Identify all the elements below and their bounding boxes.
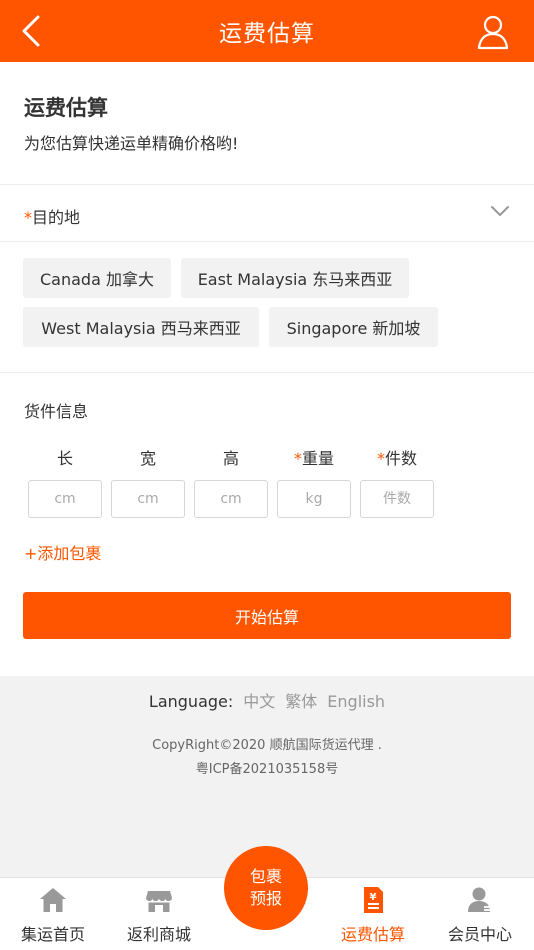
- icp-number: 粤ICP备2021035158号: [195, 762, 339, 777]
- tab-member-center[interactable]: 会员中心: [427, 878, 533, 950]
- start-estimate-button[interactable]: 开始估算: [23, 592, 511, 639]
- height-label: 高: [194, 445, 268, 469]
- length-label: 长: [28, 445, 102, 469]
- app-header: 运费估算: [0, 0, 534, 62]
- width-input[interactable]: [111, 480, 185, 518]
- length-input[interactable]: [28, 480, 102, 518]
- add-package-link[interactable]: +添加包裹: [24, 540, 101, 564]
- chevron-down-icon: [491, 206, 509, 216]
- user-icon[interactable]: [476, 14, 510, 50]
- quantity-label: *件数: [360, 445, 434, 469]
- quantity-input[interactable]: [360, 480, 434, 518]
- language-label: Language:: [148, 692, 234, 711]
- language-option-en[interactable]: English: [327, 692, 385, 711]
- language-switcher: Language: 中文 繁体 English: [0, 688, 534, 712]
- tab-freight-estimate-label: 运费估算: [340, 925, 405, 944]
- quantity-label-text: 件数: [384, 449, 417, 468]
- tab-store[interactable]: 返利商城: [106, 878, 212, 950]
- destination-option-canada[interactable]: Canada 加拿大: [23, 258, 171, 298]
- tab-freight-estimate[interactable]: ¥ 运费估算: [320, 878, 426, 950]
- tab-home-label: 集运首页: [20, 925, 85, 944]
- copyright-text: CopyRight©2020 顺航国际货运代理 .: [152, 738, 382, 753]
- weight-label-text: 重量: [301, 449, 334, 468]
- tab-home[interactable]: 集运首页: [0, 878, 106, 950]
- required-mark: *: [376, 449, 385, 468]
- back-icon[interactable]: [18, 14, 48, 48]
- height-input[interactable]: [194, 480, 268, 518]
- freight-calc-icon: ¥: [364, 887, 383, 913]
- intro-subtitle: 为您估算快递运单精确价格哟!: [24, 134, 239, 153]
- length-label-text: 长: [56, 449, 73, 468]
- required-mark: *: [293, 449, 302, 468]
- destination-option-west-malaysia[interactable]: West Malaysia 西马来西亚: [23, 307, 259, 347]
- svg-text:¥: ¥: [370, 892, 377, 903]
- page-title: 运费估算: [219, 21, 315, 47]
- tab-store-label: 返利商城: [126, 925, 191, 944]
- home-icon: [40, 888, 66, 912]
- divider: [0, 184, 534, 185]
- destination-select[interactable]: *目的地: [0, 186, 534, 242]
- weight-label: *重量: [277, 445, 351, 469]
- estimate-card: 运费估算 为您估算快递运单精确价格哟! *目的地 Canada 加拿大 East…: [0, 62, 534, 676]
- height-label-text: 高: [222, 449, 239, 468]
- store-icon: [146, 891, 172, 912]
- tab-member-center-label: 会员中心: [447, 925, 512, 944]
- divider: [0, 241, 534, 242]
- language-option-zh-hant[interactable]: 繁体: [285, 692, 317, 711]
- destination-option-singapore[interactable]: Singapore 新加坡: [269, 307, 438, 347]
- intro-title: 运费估算: [24, 96, 108, 120]
- package-forecast-line1: 包裹: [249, 867, 282, 886]
- required-mark: *: [24, 208, 32, 227]
- cargo-info-title: 货件信息: [24, 402, 89, 421]
- destination-label-text: 目的地: [32, 208, 81, 227]
- destination-option-east-malaysia[interactable]: East Malaysia 东马来西亚: [181, 258, 409, 298]
- divider: [0, 372, 534, 373]
- member-icon: [468, 887, 492, 912]
- width-label-text: 宽: [139, 449, 156, 468]
- package-forecast-button[interactable]: 包裹 预报: [224, 846, 308, 930]
- width-label: 宽: [111, 445, 185, 469]
- package-forecast-line2: 预报: [249, 889, 282, 908]
- language-option-zh[interactable]: 中文: [243, 692, 275, 711]
- destination-label: *目的地: [24, 204, 80, 228]
- weight-input[interactable]: [277, 480, 351, 518]
